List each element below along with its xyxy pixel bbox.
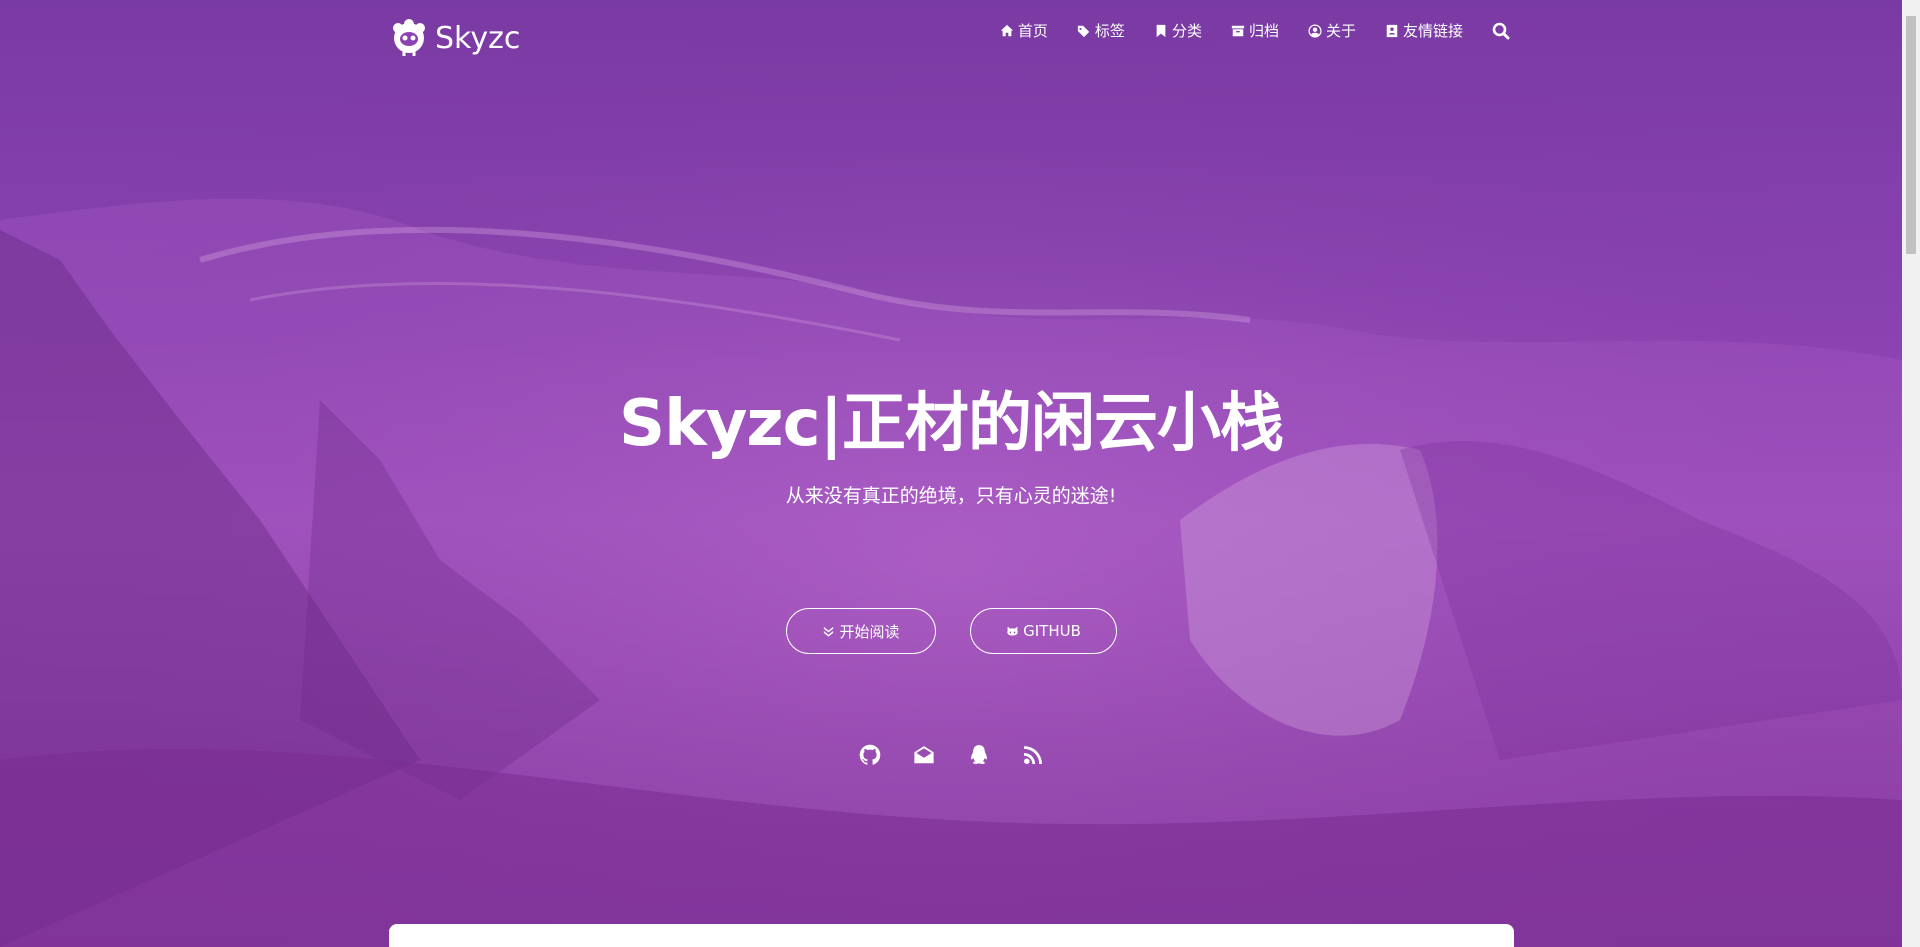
brand-link[interactable]: Skyzc — [391, 18, 520, 58]
nav-item-about[interactable]: 关于 — [1308, 20, 1356, 41]
nav-item-label: 归档 — [1248, 22, 1279, 40]
mountain-background-image — [0, 0, 1902, 947]
content-card — [389, 924, 1514, 947]
archive-icon — [1231, 25, 1245, 36]
nav-item-label: 友情链接 — [1402, 22, 1463, 40]
top-navbar: Skyzc 首页 标签 分类 归档 关于 友情链接 — [0, 0, 1902, 70]
angle-double-down-icon — [824, 626, 834, 637]
nav-item-home[interactable]: 首页 — [1000, 20, 1048, 41]
nav-item-label: 首页 — [1017, 22, 1048, 40]
social-email-link[interactable] — [913, 744, 935, 766]
sheep-logo-icon — [393, 19, 425, 56]
github-cat-icon — [1007, 626, 1018, 636]
user-circle-icon — [1308, 23, 1322, 38]
nav-item-label: 标签 — [1094, 22, 1125, 40]
start-reading-label: 开始阅读 — [839, 622, 900, 641]
nav-item-tags[interactable]: 标签 — [1077, 20, 1125, 41]
nav-item-label: 分类 — [1171, 22, 1202, 40]
hero-subtitle: 从来没有真正的绝境，只有心灵的迷途! — [785, 485, 1117, 507]
page-scrollbar[interactable] — [1902, 0, 1920, 947]
social-github-link[interactable] — [859, 744, 881, 766]
nav-item-archive[interactable]: 归档 — [1231, 20, 1279, 41]
nav-item-label: 关于 — [1325, 22, 1356, 40]
qq-icon — [971, 745, 987, 764]
scrollbar-thumb[interactable] — [1906, 16, 1916, 254]
hero-title: Skyzc|正材的闲云小栈 — [619, 387, 1284, 461]
bookmark-icon — [1156, 24, 1166, 37]
social-qq-link[interactable] — [968, 744, 990, 766]
envelope-icon — [914, 746, 934, 764]
address-book-icon — [1386, 24, 1398, 37]
github-button[interactable]: GITHUB — [970, 608, 1117, 654]
hero-banner: Skyzc 首页 标签 分类 归档 关于 友情链接 Skyzc|正材的闲云小栈 … — [0, 0, 1902, 947]
tags-icon — [1077, 25, 1090, 37]
social-rss-link[interactable] — [1022, 744, 1044, 766]
github-button-label: GITHUB — [1023, 622, 1081, 640]
start-reading-button[interactable]: 开始阅读 — [786, 608, 936, 654]
main-nav: 首页 标签 分类 归档 关于 友情链接 — [971, 20, 1510, 41]
search-icon[interactable] — [1492, 22, 1510, 40]
brand-name: Skyzc — [435, 20, 521, 56]
home-icon — [1000, 24, 1014, 36]
nav-item-friend-links[interactable]: 友情链接 — [1385, 20, 1463, 41]
rss-icon — [1024, 746, 1042, 764]
nav-item-categories[interactable]: 分类 — [1154, 20, 1202, 41]
github-icon — [859, 744, 881, 765]
